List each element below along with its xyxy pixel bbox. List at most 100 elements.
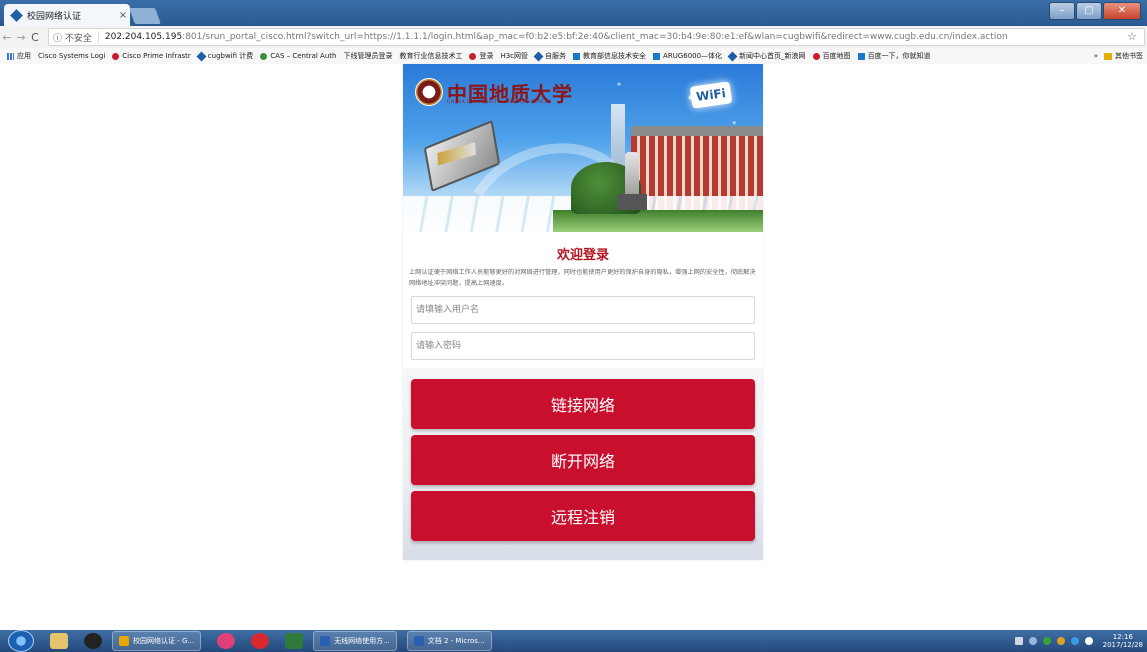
bookmark-label: H3c网管 [500, 52, 529, 60]
university-name-en: CHINA UNIVERSITY OF GEOSCIENCES [447, 100, 552, 105]
bookmark-item[interactable]: ARUG6000—体化 [653, 51, 722, 61]
network-tray-icon[interactable] [1070, 637, 1079, 645]
file-explorer-icon[interactable] [50, 633, 68, 649]
bookmark-item[interactable]: 教育部信息技术安全 [573, 51, 646, 61]
bookmark-azure-icon [573, 52, 581, 60]
bookmark-item[interactable]: 百度地图 [812, 51, 851, 61]
bookmark-azure-icon [653, 52, 661, 60]
bookmark-star-icon[interactable]: ☆ [1127, 30, 1137, 43]
bookmark-red-icon [812, 52, 820, 60]
bookmark-label: CAS – Central Auth [270, 52, 337, 60]
bookmark-red-icon [112, 52, 120, 60]
reload-button[interactable]: C [28, 31, 42, 44]
system-tray: 12:16 2017/12/28 [1009, 630, 1147, 652]
url-host: 202.204.105.195 [104, 32, 183, 42]
bookmark-label: 下线管理员登录 [343, 52, 393, 60]
minimize-button[interactable]: – [1049, 2, 1075, 20]
bookmark-label: 百度地图 [822, 52, 851, 60]
bookmarks-more-icon[interactable]: » [1094, 52, 1098, 60]
remote-logout-button[interactable]: 远程注销 [411, 491, 755, 541]
start-button[interactable] [8, 630, 34, 652]
bookmark-item[interactable]: Cisco Systems Logi [38, 52, 105, 60]
bookmark-item[interactable]: CAS – Central Auth [260, 52, 336, 60]
task-label: 校园网络认证 - G... [133, 637, 195, 645]
close-window-button[interactable]: ✕ [1103, 2, 1141, 20]
bookmark-item[interactable]: 教育行业信息技术工 [399, 51, 462, 61]
bookmark-blue-icon [727, 51, 738, 61]
maximize-button[interactable]: ▢ [1076, 2, 1102, 20]
bookmark-item[interactable]: H3c网管 [500, 51, 528, 61]
login-card: 中国地质大学 CHINA UNIVERSITY OF GEOSCIENCES W… [403, 64, 763, 560]
site-favicon-icon [10, 8, 23, 22]
bookmark-label: 登录 [479, 52, 494, 60]
bookmarks-bar: 应用 Cisco Systems Logi Cisco Prime Infrastr… [0, 48, 1147, 65]
security-tray-icon[interactable] [1042, 637, 1051, 645]
taskbar-task[interactable]: 校园网络认证 - G... [112, 631, 202, 651]
tray-clock[interactable]: 12:16 2017/12/28 [1103, 633, 1143, 649]
new-tab-button[interactable] [129, 8, 161, 24]
volume-tray-icon[interactable] [1084, 637, 1093, 645]
bookmark-item[interactable]: 下线管理员登录 [343, 51, 392, 61]
login-description: 上网认证便于网络工作人员能够更好的对网络进行管理，同时也能使用户更好的保护自身的… [409, 269, 756, 287]
forward-button[interactable]: → [14, 31, 28, 44]
folder-icon [1104, 52, 1112, 60]
bookmark-blue-icon [533, 51, 544, 61]
taskbar-task[interactable]: 无线网络使用方... [313, 631, 397, 651]
disconnect-network-button[interactable]: 断开网络 [411, 435, 755, 485]
bookmark-label: 百度一下，你就知道 [867, 52, 931, 60]
bookmark-item[interactable]: Cisco Prime Infrastr [112, 52, 191, 60]
task-app-icon [320, 636, 331, 646]
bookmark-item[interactable]: 新闻中心首页_新浪网 [727, 51, 806, 61]
bookmark-blue-icon [196, 51, 207, 61]
bookmark-grid-icon [7, 52, 14, 60]
window-controls: – ▢ ✕ [1049, 2, 1141, 20]
taskbar-task[interactable]: 文档 2 - Micros... [406, 631, 492, 651]
bookmark-label: 新闻中心首页_新浪网 [739, 52, 806, 60]
address-bar: ← → C ⓘ 不安全 202.204.105.195 :801/srun_po… [0, 26, 1147, 48]
task-app-icon [119, 636, 129, 646]
bookmark-label: 应用 [17, 52, 31, 60]
password-input[interactable] [411, 332, 755, 360]
weibo-icon[interactable] [251, 633, 270, 649]
bookmark-item[interactable]: cugbwifi 计费 [196, 51, 254, 61]
app-icon-pink[interactable] [217, 633, 236, 649]
tab-close-icon[interactable]: × [116, 10, 130, 21]
task-app-icon [413, 636, 424, 646]
banner-statue [625, 152, 639, 198]
browser-tab[interactable]: 校园网络认证 × [4, 4, 130, 26]
help-tray-icon[interactable] [1028, 637, 1037, 645]
bookmark-item[interactable]: 应用 [7, 51, 31, 61]
button-area: 链接网络 断开网络 远程注销 [403, 368, 763, 560]
bookmark-label: ARUG6000—体化 [663, 52, 723, 60]
other-bookmarks[interactable]: » 其他书签 [1089, 51, 1143, 61]
task-label: 无线网络使用方... [334, 637, 390, 645]
university-emblem-icon [415, 78, 443, 106]
bookmark-label: Cisco Prime Infrastr [122, 52, 191, 60]
bookmark-label: cugbwifi 计费 [207, 52, 254, 60]
bookmark-red-icon [469, 52, 477, 60]
back-button[interactable]: ← [0, 31, 14, 44]
connect-network-button[interactable]: 链接网络 [411, 379, 755, 429]
bookmark-item[interactable]: 自服务 [533, 51, 567, 61]
url-input[interactable]: ⓘ 不安全 202.204.105.195 :801/srun_portal_c… [48, 28, 1145, 46]
banner-plinth [617, 194, 647, 210]
username-input[interactable] [411, 296, 755, 324]
bookmark-green-icon [260, 52, 268, 60]
task-label: 文档 2 - Micros... [427, 637, 485, 645]
bookmark-item[interactable]: 百度一下，你就知道 [857, 51, 931, 61]
keyboard-tray-icon[interactable] [1014, 637, 1023, 645]
bookmark-label: 自服务 [545, 52, 567, 60]
excel-icon[interactable] [285, 633, 304, 649]
welcome-title: 欢迎登录 [556, 248, 609, 263]
other-bookmarks-label: 其他书签 [1115, 52, 1143, 60]
browser-titlebar: 校园网络认证 × – ▢ ✕ [0, 0, 1147, 26]
clock-date: 2017/12/28 [1102, 641, 1143, 649]
qq-icon[interactable] [84, 633, 102, 649]
app-tray-icon[interactable] [1056, 637, 1065, 645]
windows-taskbar: 校园网络认证 - G... 无线网络使用方... 文档 2 - Micros...… [0, 630, 1147, 652]
bookmark-azure-icon [857, 52, 865, 60]
bookmark-item[interactable]: 登录 [469, 51, 493, 61]
security-indicator[interactable]: ⓘ 不安全 [49, 30, 99, 44]
bookmark-label: 教育部信息技术安全 [583, 52, 647, 60]
clock-time: 12:16 [1112, 633, 1133, 641]
